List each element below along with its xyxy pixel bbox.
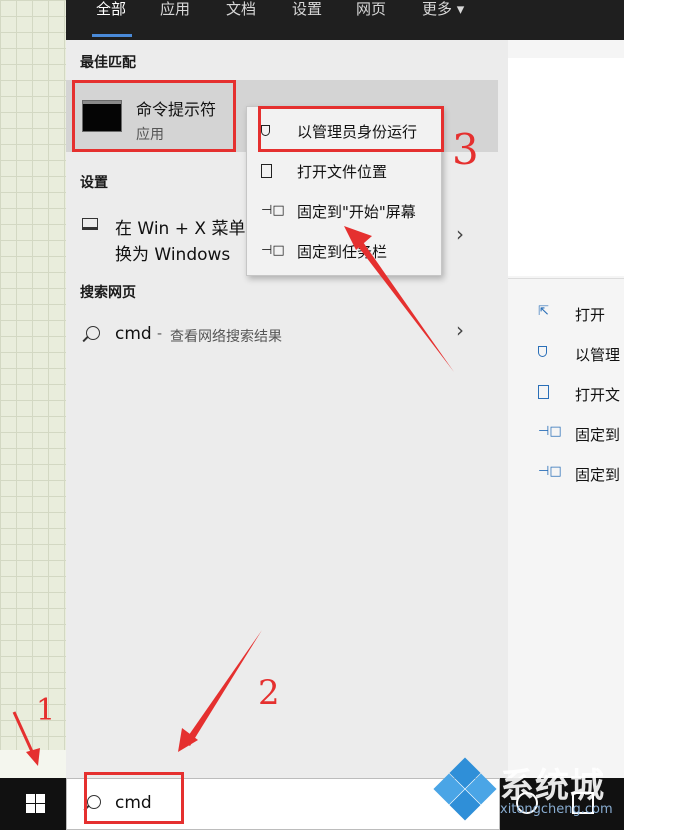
settings-result-line1: 在 Win + X 菜单 [115, 219, 246, 239]
monitor-icon [82, 218, 98, 230]
preview-action-open-file-location[interactable]: 打开文 [508, 374, 624, 414]
chevron-right-icon[interactable]: › [456, 222, 464, 246]
preview-action-pin-to-start[interactable]: ⊣□ 固定到 [508, 414, 624, 454]
shield-icon [538, 344, 556, 360]
highlight-run-as-admin [258, 106, 444, 152]
tab-more[interactable]: 更多 ▾ [422, 0, 464, 19]
section-settings: 设置 [80, 175, 108, 191]
menu-item-open-file-location[interactable]: 打开文件位置 [247, 151, 441, 191]
tab-documents[interactable]: 文档 [226, 0, 256, 19]
file-location-icon [538, 384, 556, 400]
preview-action-run-as-admin[interactable]: 以管理 [508, 334, 624, 374]
preview-action-label: 打开文 [575, 386, 621, 404]
menu-item-label: 打开文件位置 [297, 163, 388, 181]
chevron-right-icon[interactable]: › [456, 318, 464, 342]
section-best-match: 最佳匹配 [80, 55, 136, 71]
windows-logo-icon [26, 794, 45, 813]
highlight-best-match [72, 80, 236, 152]
preview-action-label: 以管理 [575, 346, 621, 364]
desktop-background [0, 0, 66, 750]
pin-icon: ⊣□ [261, 203, 285, 218]
open-icon: ⇱ [538, 304, 549, 319]
active-tab-indicator [92, 34, 132, 37]
file-location-icon [261, 164, 279, 178]
preview-card [508, 58, 624, 276]
search-tabs-bar: 全部 应用 文档 设置 网页 更多 ▾ [66, 0, 624, 40]
preview-action-label: 固定到 [575, 426, 621, 444]
preview-action-label: 固定到 [575, 466, 621, 484]
menu-item-pin-to-start[interactable]: ⊣□ 固定到"开始"屏幕 [247, 191, 441, 231]
web-search-query: cmd [115, 324, 152, 344]
tab-apps[interactable]: 应用 [160, 0, 190, 19]
settings-result-line2: 换为 Windows [115, 245, 231, 265]
divider [508, 278, 624, 279]
section-web: 搜索网页 [80, 285, 136, 301]
start-button[interactable] [0, 778, 66, 830]
tab-web[interactable]: 网页 [356, 0, 386, 19]
pin-icon: ⊣□ [261, 243, 285, 258]
highlight-search-box [84, 772, 184, 824]
watermark-logo: 系统城 xitongcheng.com [430, 752, 630, 830]
preview-action-label: 打开 [575, 306, 606, 324]
menu-item-label: 固定到"开始"屏幕 [297, 203, 416, 221]
watermark-text: 系统城 [500, 766, 605, 806]
web-search-result[interactable]: cmd - 查看网络搜索结果 › [66, 314, 498, 354]
tab-settings[interactable]: 设置 [292, 0, 322, 19]
search-icon [86, 326, 100, 340]
menu-item-label: 固定到任务栏 [297, 243, 388, 261]
preview-action-pin-to-taskbar[interactable]: ⊣□ 固定到 [508, 454, 624, 494]
desktop-background-bottom [0, 750, 66, 778]
pin-icon: ⊣□ [538, 464, 562, 479]
preview-action-open[interactable]: ⇱ 打开 [508, 294, 624, 334]
pin-icon: ⊣□ [538, 424, 562, 439]
web-search-separator: - [157, 326, 163, 342]
tab-all[interactable]: 全部 [96, 0, 126, 19]
web-search-hint: 查看网络搜索结果 [170, 329, 282, 345]
menu-item-pin-to-taskbar[interactable]: ⊣□ 固定到任务栏 [247, 231, 441, 271]
preview-pane: ⇱ 打开 以管理 打开文 ⊣□ 固定到 ⊣□ 固定到 [508, 40, 624, 778]
watermark-url: xitongcheng.com [500, 802, 613, 817]
